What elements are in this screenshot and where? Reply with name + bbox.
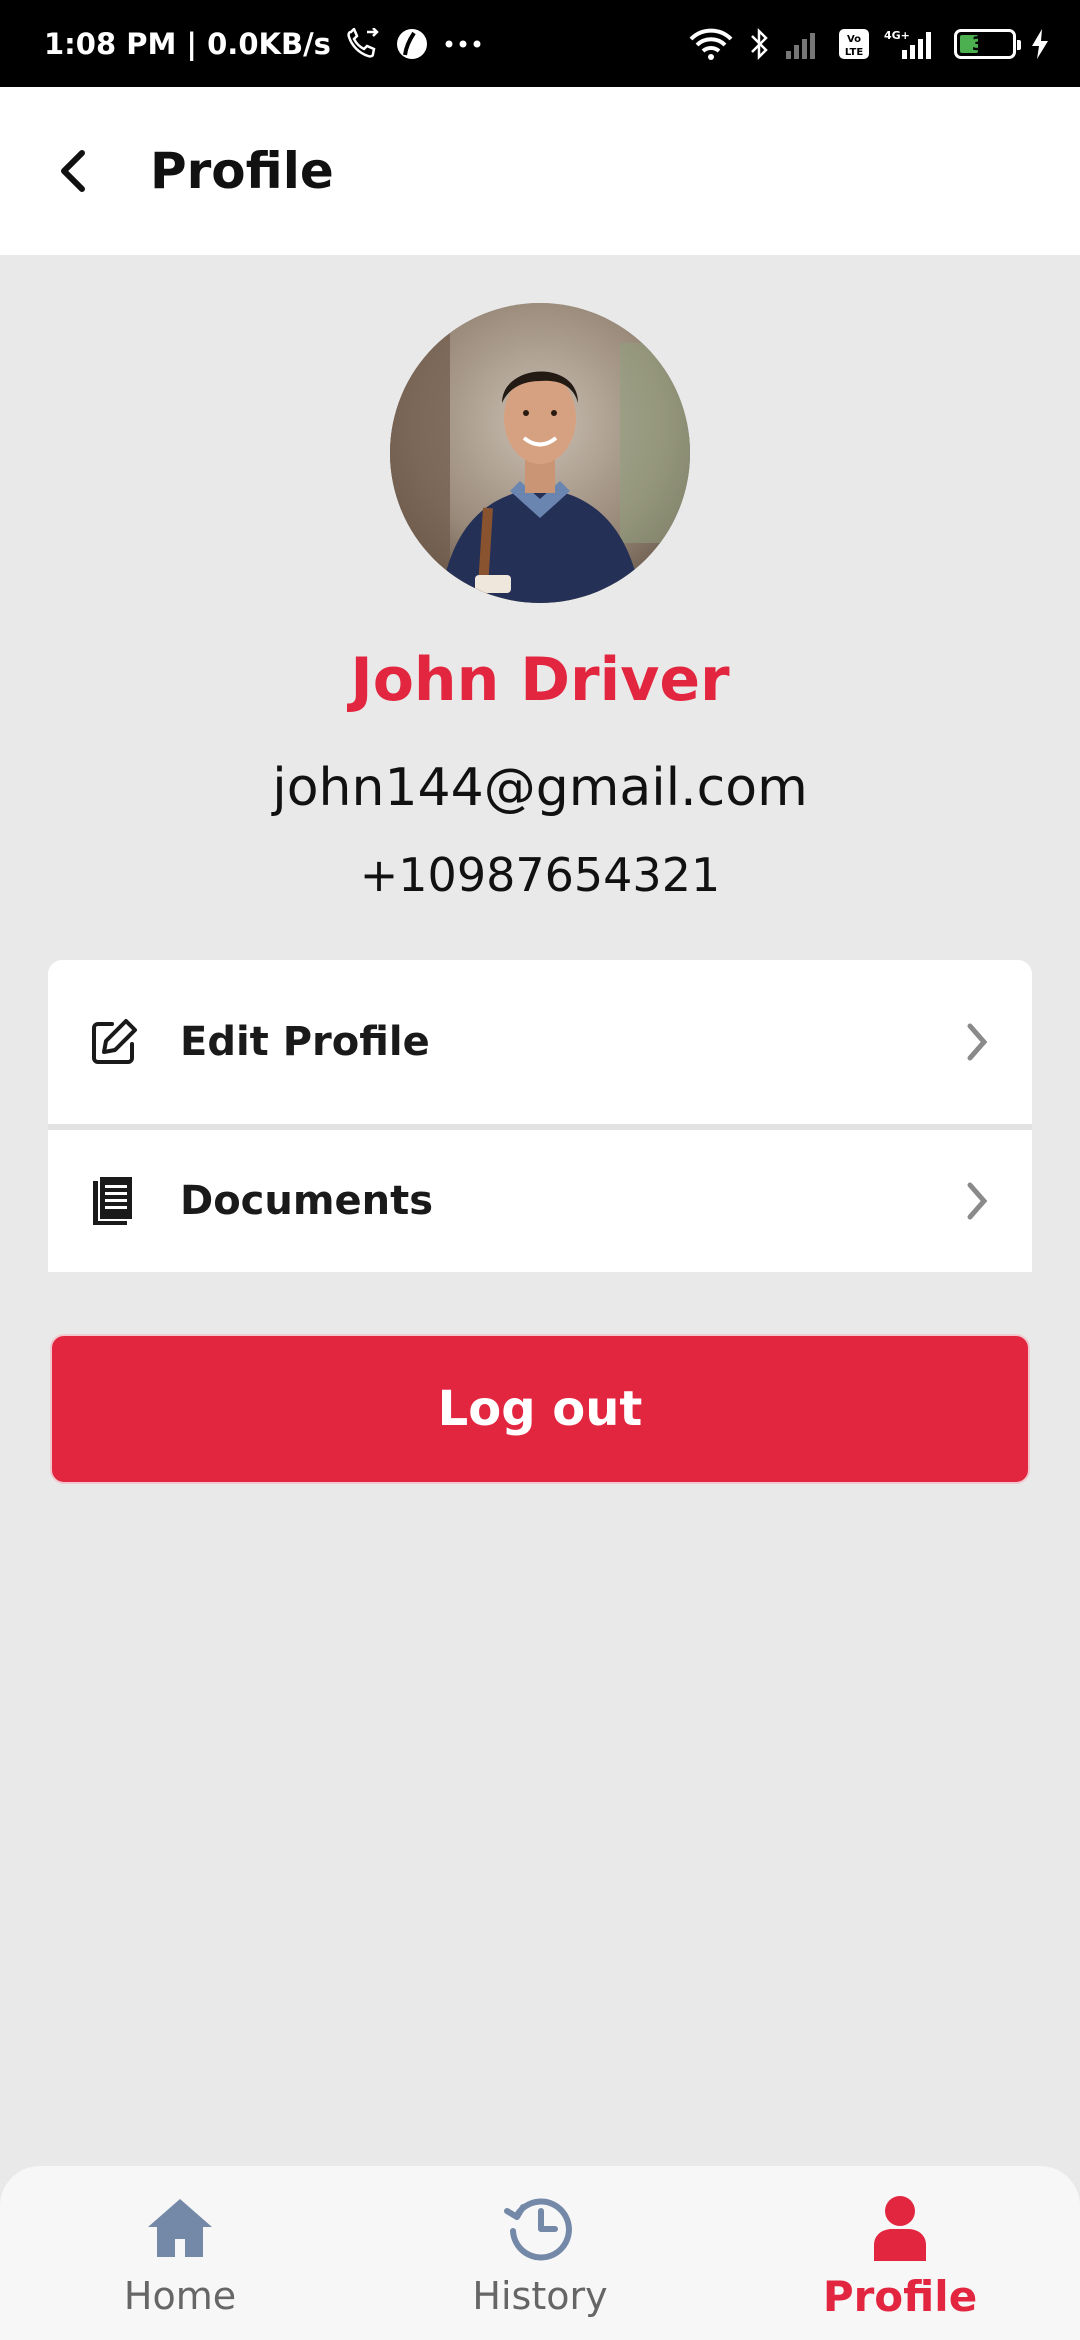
nav-label: History bbox=[472, 2274, 608, 2318]
menu-item-documents[interactable]: Documents bbox=[48, 1130, 1032, 1272]
profile-menu: Edit Profile Documents bbox=[48, 960, 1032, 1272]
charging-icon bbox=[1032, 28, 1048, 59]
status-right: Vo LTE 4G+ 32 bbox=[688, 27, 1050, 61]
page-title: Profile bbox=[150, 142, 334, 200]
chevron-right-icon bbox=[952, 1017, 1002, 1067]
menu-item-label: Documents bbox=[180, 1178, 434, 1224]
4g-signal-icon: 4G+ bbox=[884, 29, 931, 59]
volte-icon: Vo LTE bbox=[839, 28, 869, 59]
more-dots-icon bbox=[445, 40, 481, 47]
nav-item-history[interactable]: History bbox=[390, 2166, 690, 2340]
profile-name: John Driver bbox=[350, 645, 730, 715]
profile-phone: +10987654321 bbox=[359, 848, 721, 902]
app-icon bbox=[396, 28, 427, 59]
profile-email: john144@gmail.com bbox=[272, 758, 808, 818]
svg-text:4G+: 4G+ bbox=[884, 29, 910, 42]
status-time-network: 1:08 PM | 0.0KB/s bbox=[44, 26, 331, 61]
nav-item-home[interactable]: Home bbox=[30, 2166, 330, 2340]
back-arrow-icon bbox=[61, 150, 85, 192]
nav-item-profile[interactable]: Profile bbox=[750, 2166, 1050, 2340]
bottom-navigation: Home History Profile bbox=[0, 2166, 1080, 2340]
bluetooth-icon bbox=[751, 27, 768, 60]
edit-icon bbox=[84, 1012, 144, 1072]
call-forward-icon bbox=[347, 27, 379, 58]
app-bar: Profile bbox=[0, 87, 1080, 255]
profile-icon bbox=[860, 2188, 940, 2268]
back-button[interactable] bbox=[34, 131, 114, 211]
avatar-photo bbox=[390, 303, 690, 603]
menu-item-label: Edit Profile bbox=[180, 1019, 430, 1065]
svg-text:LTE: LTE bbox=[845, 47, 864, 58]
battery-icon: 32 bbox=[954, 28, 1021, 59]
history-icon bbox=[500, 2188, 580, 2268]
svg-text:Vo: Vo bbox=[847, 34, 861, 45]
home-icon bbox=[140, 2188, 220, 2268]
chevron-right-icon bbox=[952, 1176, 1002, 1226]
nav-label: Profile bbox=[822, 2272, 978, 2321]
avatar bbox=[390, 303, 690, 603]
documents-icon bbox=[84, 1171, 144, 1231]
battery-level: 32 bbox=[971, 32, 999, 55]
menu-item-edit-profile[interactable]: Edit Profile bbox=[48, 960, 1032, 1124]
logout-button[interactable]: Log out bbox=[50, 1334, 1030, 1484]
wifi-icon bbox=[689, 28, 733, 60]
signal-icon bbox=[786, 32, 815, 59]
status-bar: 1:08 PM | 0.0KB/s Vo LTE 4G+ 32 bbox=[0, 0, 1080, 87]
status-left: 1:08 PM | 0.0KB/s bbox=[44, 27, 483, 61]
nav-label: Home bbox=[123, 2274, 237, 2318]
